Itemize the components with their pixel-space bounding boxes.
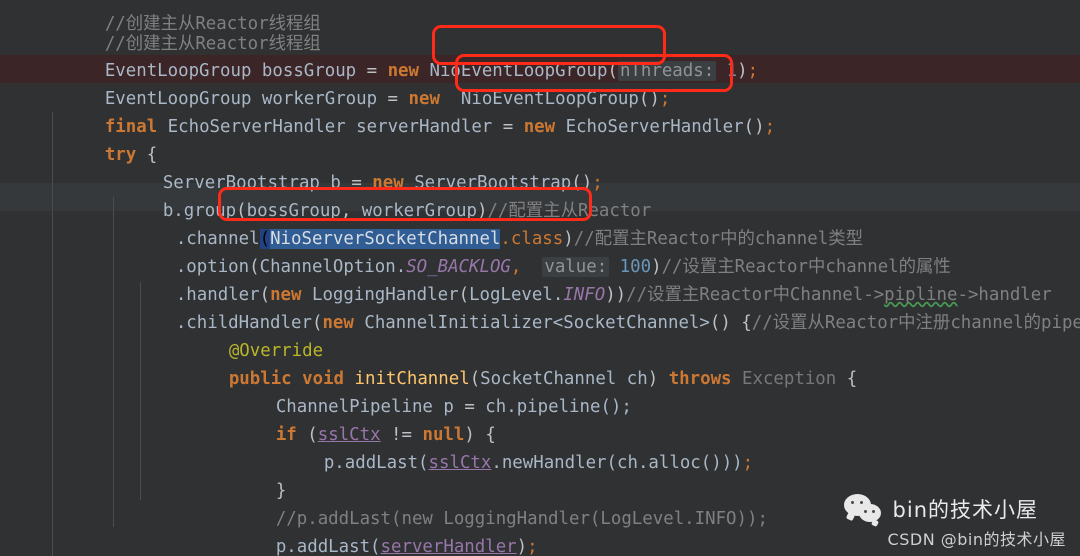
code-line[interactable]: b.group(bossGroup, workerGroup)//配置主从Rea… xyxy=(0,169,1080,221)
code-line[interactable]: ServerBootstrap b = new ServerBootstrap(… xyxy=(0,141,1080,193)
code-line[interactable]: .channel(NioServerSocketChannel.class)//… xyxy=(0,197,1080,250)
wechat-dot xyxy=(850,501,854,505)
watermark: bin的技术小屋 CSDN @bin的技术小屋 xyxy=(843,494,1066,550)
watermark-subtitle: CSDN @bin的技术小屋 xyxy=(887,530,1066,549)
code-line[interactable]: //创建主从Reactor线程组 xyxy=(0,2,1080,54)
watermark-title-row: bin的技术小屋 xyxy=(843,494,1066,524)
code-line[interactable]: try { xyxy=(0,113,1080,165)
code-line[interactable]: p.addLast(sslCtx.newHandler(ch.alloc()))… xyxy=(0,421,1080,473)
code-line[interactable]: .option(ChannelOption.SO_BACKLOG, value:… xyxy=(0,225,1080,278)
code-content[interactable]: //创建主从Reactor线程组 //创建主从Reactor线程组 EventL… xyxy=(0,0,1080,556)
wechat-dot xyxy=(863,510,867,514)
code-line[interactable]: if (sslCtx != null) { xyxy=(0,393,1080,445)
code-line[interactable]: ChannelPipeline p = ch.pipeline(); xyxy=(0,365,1080,417)
code-line[interactable]: } xyxy=(0,449,1080,501)
code-line[interactable]: .childHandler(new ChannelInitializer<Soc… xyxy=(0,281,1080,333)
code-line[interactable]: EventLoopGroup bossGroup = new NioEventL… xyxy=(0,29,1080,82)
watermark-title: bin的技术小屋 xyxy=(892,498,1039,522)
code-line[interactable]: @Override xyxy=(0,309,1080,361)
code-line[interactable]: .handler(new LoggingHandler(LogLevel.INF… xyxy=(0,253,1080,305)
code-line[interactable]: final EchoServerHandler serverHandler = … xyxy=(0,85,1080,137)
wechat-bubble-small xyxy=(858,504,881,522)
wechat-dot xyxy=(859,501,863,505)
code-line[interactable]: EventLoopGroup workerGroup = new NioEven… xyxy=(0,57,1080,109)
code-line[interactable]: public void initChannel(SocketChannel ch… xyxy=(0,337,1080,389)
wechat-icon xyxy=(843,494,884,524)
wechat-dot xyxy=(871,510,875,514)
code-editor[interactable]: //创建主从Reactor线程组 //创建主从Reactor线程组 EventL… xyxy=(0,0,1080,556)
